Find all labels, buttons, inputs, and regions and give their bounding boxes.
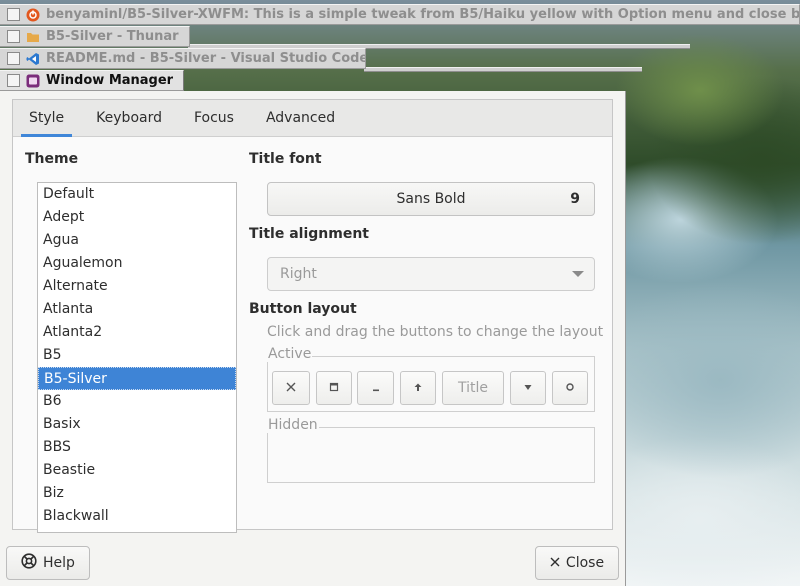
window-title: benyaminl/B5-Silver-XWFM: This is a simp…	[46, 7, 800, 22]
theme-item-selected[interactable]: B5-Silver	[38, 367, 236, 390]
window-checkbox[interactable]	[7, 52, 20, 65]
window-titlebar-thunar[interactable]: B5-Silver - Thunar	[0, 26, 190, 47]
stick-icon	[565, 381, 575, 396]
window-edge	[364, 67, 642, 72]
tab-style[interactable]: Style	[13, 100, 80, 137]
help-label: Help	[43, 555, 75, 571]
title-font-button[interactable]: Sans Bold 9	[267, 182, 595, 216]
font-name: Sans Bold	[396, 191, 466, 207]
button-layout-label: Button layout	[249, 301, 357, 317]
tab-bar: Style Keyboard Focus Advanced	[13, 100, 612, 137]
window-checkbox[interactable]	[7, 74, 20, 87]
settings-notebook: Style Keyboard Focus Advanced Theme Defa…	[12, 99, 613, 533]
window-checkbox[interactable]	[7, 8, 20, 21]
browser-icon	[26, 8, 40, 22]
window-title: Window Manager	[46, 73, 174, 88]
tab-advanced[interactable]: Advanced	[250, 100, 351, 136]
close-icon	[550, 555, 560, 571]
close-dialog-button[interactable]: Close	[535, 546, 619, 580]
maximize-button-slot[interactable]	[316, 371, 352, 405]
theme-item[interactable]: Agualemon	[38, 252, 236, 275]
stick-button-slot[interactable]	[552, 371, 588, 405]
tab-keyboard[interactable]: Keyboard	[80, 100, 178, 136]
theme-item[interactable]: Agua	[38, 229, 236, 252]
title-slot[interactable]: Title	[442, 371, 504, 405]
active-label: Active	[267, 346, 313, 362]
help-button[interactable]: Help	[6, 546, 90, 580]
theme-item[interactable]: Atlanta	[38, 298, 236, 321]
title-font-label: Title font	[249, 151, 322, 167]
window-manager-dialog: Style Keyboard Focus Advanced Theme Defa…	[0, 91, 626, 586]
folder-icon	[26, 30, 40, 44]
window-title: README.md - B5-Silver - Visual Studio Co…	[46, 51, 366, 66]
theme-item[interactable]: Atlanta2	[38, 321, 236, 344]
hidden-label: Hidden	[267, 417, 319, 433]
window-manager-icon	[26, 74, 40, 88]
theme-item[interactable]: Beastie	[38, 459, 236, 482]
font-size: 9	[570, 191, 580, 207]
minimize-icon	[371, 381, 381, 396]
shade-button-slot[interactable]	[400, 371, 436, 405]
theme-item[interactable]: BBS	[38, 436, 236, 459]
theme-item[interactable]: Alternate	[38, 275, 236, 298]
theme-item[interactable]: Biz	[38, 482, 236, 505]
theme-item[interactable]: Adept	[38, 206, 236, 229]
menu-button-slot[interactable]	[510, 371, 546, 405]
theme-label: Theme	[25, 151, 79, 167]
theme-list[interactable]: Default Adept Agua Agualemon Alternate A…	[37, 182, 237, 533]
theme-item[interactable]: Blackwall	[38, 505, 236, 528]
window-checkbox[interactable]	[7, 30, 20, 43]
close-icon	[286, 381, 296, 396]
theme-item[interactable]: Default	[38, 183, 236, 206]
window-title: B5-Silver - Thunar	[46, 29, 179, 44]
close-label: Close	[565, 555, 605, 571]
theme-item[interactable]: B5	[38, 344, 236, 367]
minimize-button-slot[interactable]	[357, 371, 394, 405]
theme-item[interactable]: B6	[38, 390, 236, 413]
help-icon	[21, 553, 37, 573]
hidden-buttons-frame[interactable]	[267, 427, 595, 483]
title-alignment-label: Title alignment	[249, 226, 369, 242]
tab-focus[interactable]: Focus	[178, 100, 250, 136]
window-titlebar-browser[interactable]: benyaminl/B5-Silver-XWFM: This is a simp…	[0, 4, 800, 25]
shade-icon	[413, 381, 423, 396]
window-titlebar-window-manager[interactable]: Window Manager	[0, 70, 184, 91]
window-titlebar-vscode[interactable]: README.md - B5-Silver - Visual Studio Co…	[0, 48, 366, 69]
menu-icon	[523, 381, 533, 396]
maximize-icon	[329, 381, 339, 396]
theme-item[interactable]: Basix	[38, 413, 236, 436]
vscode-icon	[26, 52, 40, 66]
title-alignment-value: Right	[280, 266, 317, 282]
title-alignment-select[interactable]: Right	[267, 257, 595, 291]
button-layout-hint: Click and drag the buttons to change the…	[267, 324, 604, 340]
close-button-slot[interactable]	[272, 371, 310, 405]
chevron-down-icon	[572, 271, 584, 277]
